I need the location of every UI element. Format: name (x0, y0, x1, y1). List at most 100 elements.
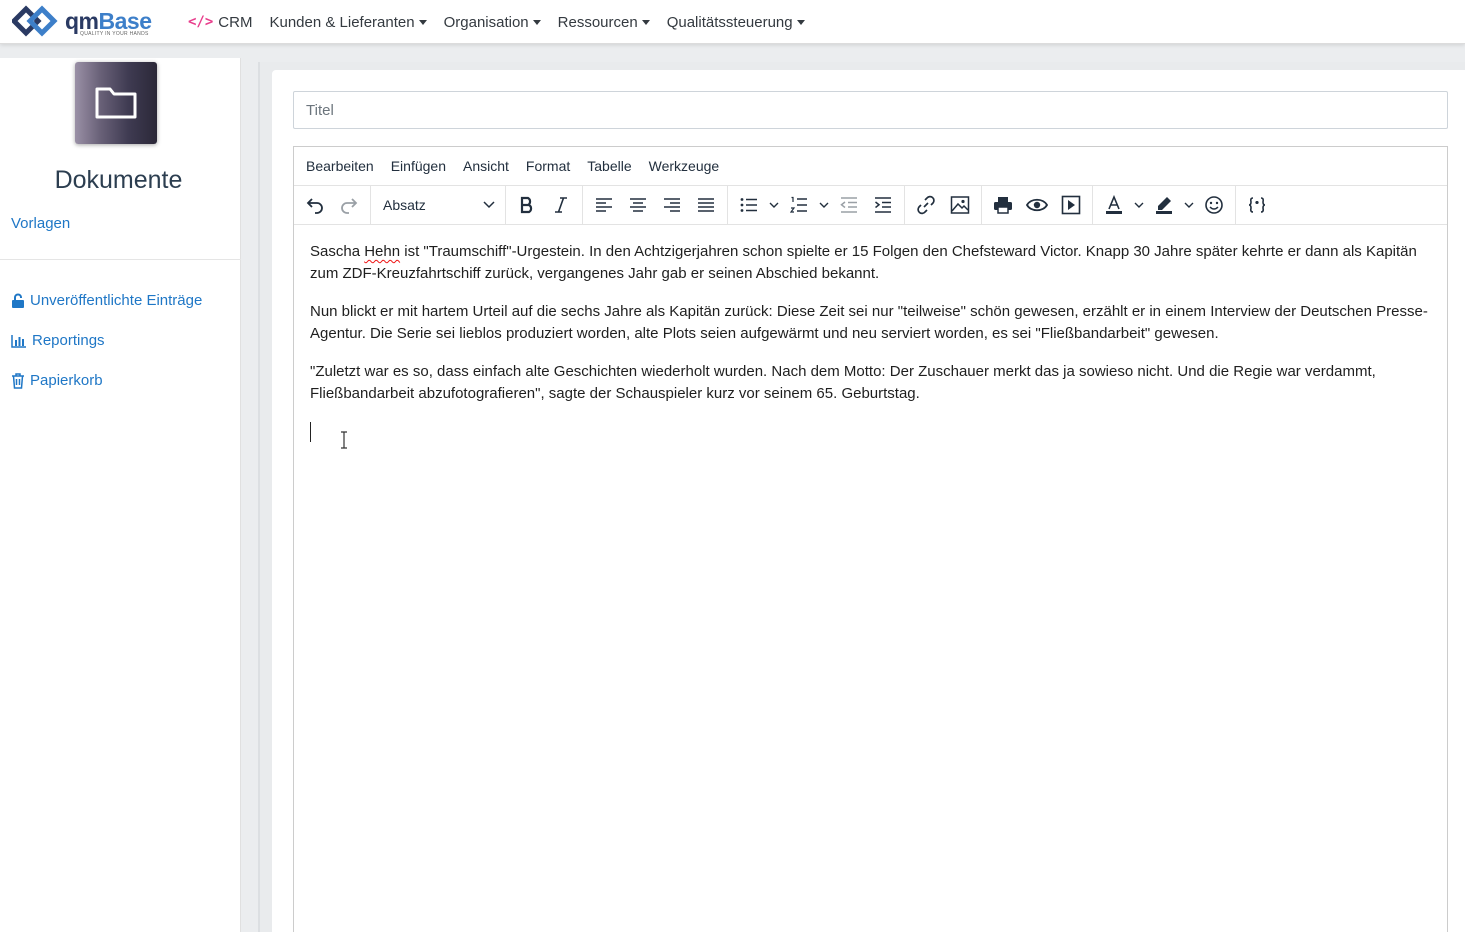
bullet-list-icon (740, 198, 757, 212)
nav-item-organisation[interactable]: Organisation (444, 14, 541, 31)
nav-item-crm[interactable]: </> CRM (188, 14, 252, 31)
nav-item-qualitaetssteuerung[interactable]: Qualitätssteuerung (667, 14, 805, 31)
logo-tagline: QUALITY IN YOUR HANDS (80, 31, 149, 37)
chevron-down-icon (1134, 202, 1144, 208)
align-right-button[interactable] (655, 190, 689, 220)
caret-down-icon (418, 19, 427, 25)
align-left-button[interactable] (587, 190, 621, 220)
numbered-list-button[interactable] (782, 190, 816, 220)
toolbar-group-blocks: Absatz (371, 185, 506, 225)
undo-button[interactable] (298, 190, 332, 220)
image-button[interactable] (943, 190, 977, 220)
undo-icon (306, 198, 323, 214)
chevron-down-icon (1184, 202, 1194, 208)
logo-diamond-icon (12, 5, 58, 37)
qmbase-logo[interactable]: qmBase QUALITY IN YOUR HANDS (12, 5, 162, 39)
chevron-down-icon (483, 201, 495, 209)
media-button[interactable] (1054, 190, 1088, 220)
toolbar-group-lists (728, 185, 905, 225)
nav-item-label: Kunden & Lieferanten (269, 13, 415, 31)
italic-icon (555, 197, 567, 213)
bullet-list-dropdown[interactable] (766, 190, 782, 220)
redo-icon (341, 198, 358, 214)
outdent-button[interactable] (832, 190, 866, 220)
menu-bearbeiten[interactable]: Bearbeiten (306, 158, 374, 174)
block-format-select[interactable]: Absatz (375, 190, 501, 220)
chevron-down-icon (769, 202, 779, 208)
ibeam-cursor-icon (341, 431, 347, 449)
align-center-button[interactable] (621, 190, 655, 220)
editor-menubar: Bearbeiten Einfügen Ansicht Format Tabel… (294, 147, 1447, 185)
nav-item-label: Qualitätssteuerung (666, 13, 793, 31)
editor-content[interactable]: Sascha Hehn ist "Traumschiff"-Urgestein.… (294, 225, 1447, 437)
align-right-icon (664, 198, 680, 212)
toolbar-group-view (982, 185, 1093, 225)
paragraph: Nun blickt er mit hartem Urteil auf die … (310, 303, 1428, 342)
align-left-icon (596, 198, 612, 212)
spellcheck-flagged-word[interactable]: Hehn (364, 243, 400, 260)
paragraph: "Zuletzt war es so, dass einfach alte Ge… (310, 363, 1376, 402)
numbered-list-dropdown[interactable] (816, 190, 832, 220)
nav-item-label: CRM (218, 13, 253, 31)
bold-button[interactable] (510, 190, 544, 220)
link-icon (917, 195, 935, 215)
editor-toolbar: Absatz (294, 185, 1447, 225)
align-justify-icon (698, 198, 714, 212)
menu-werkzeuge[interactable]: Werkzeuge (649, 158, 720, 174)
toolbar-group-colors (1093, 185, 1236, 225)
sidebar-item-label: Papierkorb (30, 372, 103, 389)
menu-format[interactable]: Format (526, 158, 570, 174)
caret-down-icon (641, 19, 650, 25)
background-color-dropdown[interactable] (1181, 190, 1197, 220)
paragraph: Sascha Hehn ist "Traumschiff"-Urgestein.… (310, 243, 1417, 282)
print-button[interactable] (986, 190, 1020, 220)
placeholder-button[interactable] (1240, 190, 1274, 220)
numbered-list-icon (790, 196, 807, 213)
title-input[interactable] (293, 91, 1448, 129)
text-color-icon (1106, 195, 1122, 214)
main-nav: </> CRM Kunden & Lieferanten Organisatio… (188, 0, 822, 44)
code-icon: </> (188, 14, 214, 30)
menu-einfuegen[interactable]: Einfügen (391, 158, 446, 174)
trash-icon (12, 372, 24, 389)
text-color-dropdown[interactable] (1131, 190, 1147, 220)
variable-braces-icon (1248, 197, 1266, 213)
bold-icon (520, 196, 533, 214)
print-icon (994, 197, 1012, 214)
indent-button[interactable] (866, 190, 900, 220)
toolbar-group-formatting (506, 185, 583, 225)
emoticons-button[interactable] (1197, 190, 1231, 220)
smiley-icon (1205, 196, 1223, 214)
caret-down-icon (532, 19, 541, 25)
sidebar-item-label: Unveröffentlichte Einträge (30, 292, 203, 309)
bullet-list-button[interactable] (732, 190, 766, 220)
sidebar: Dokumente Vorlagen Unveröffentlichte Ein… (0, 58, 241, 932)
toolbar-group-alignment (583, 185, 728, 225)
sidebar-item-reportings[interactable]: Reportings (11, 332, 105, 349)
eye-icon (1026, 198, 1048, 212)
sidebar-item-unpublished[interactable]: Unveröffentlichte Einträge (11, 292, 202, 309)
text-color-button[interactable] (1097, 190, 1131, 220)
toolbar-group-history (294, 185, 371, 225)
nav-item-ressourcen[interactable]: Ressourcen (558, 14, 650, 31)
nav-item-kunden-lieferanten[interactable]: Kunden & Lieferanten (269, 13, 427, 31)
italic-button[interactable] (544, 190, 578, 220)
preview-button[interactable] (1020, 190, 1054, 220)
link-button[interactable] (909, 190, 943, 220)
align-center-icon (630, 198, 646, 212)
nav-item-label: Organisation (443, 13, 529, 31)
image-icon (950, 196, 970, 214)
chevron-down-icon (819, 202, 829, 208)
redo-button[interactable] (332, 190, 366, 220)
page-title: Dokumente (54, 166, 183, 194)
align-justify-button[interactable] (689, 190, 723, 220)
menu-ansicht[interactable]: Ansicht (463, 158, 509, 174)
background-color-button[interactable] (1147, 190, 1181, 220)
templates-link[interactable]: Vorlagen (11, 215, 70, 232)
module-tile (75, 62, 157, 144)
folder-icon (95, 87, 137, 119)
nav-item-label: Ressourcen (557, 13, 638, 31)
sidebar-item-trash[interactable]: Papierkorb (11, 372, 103, 389)
outdent-icon (840, 197, 857, 213)
menu-tabelle[interactable]: Tabelle (587, 158, 631, 174)
